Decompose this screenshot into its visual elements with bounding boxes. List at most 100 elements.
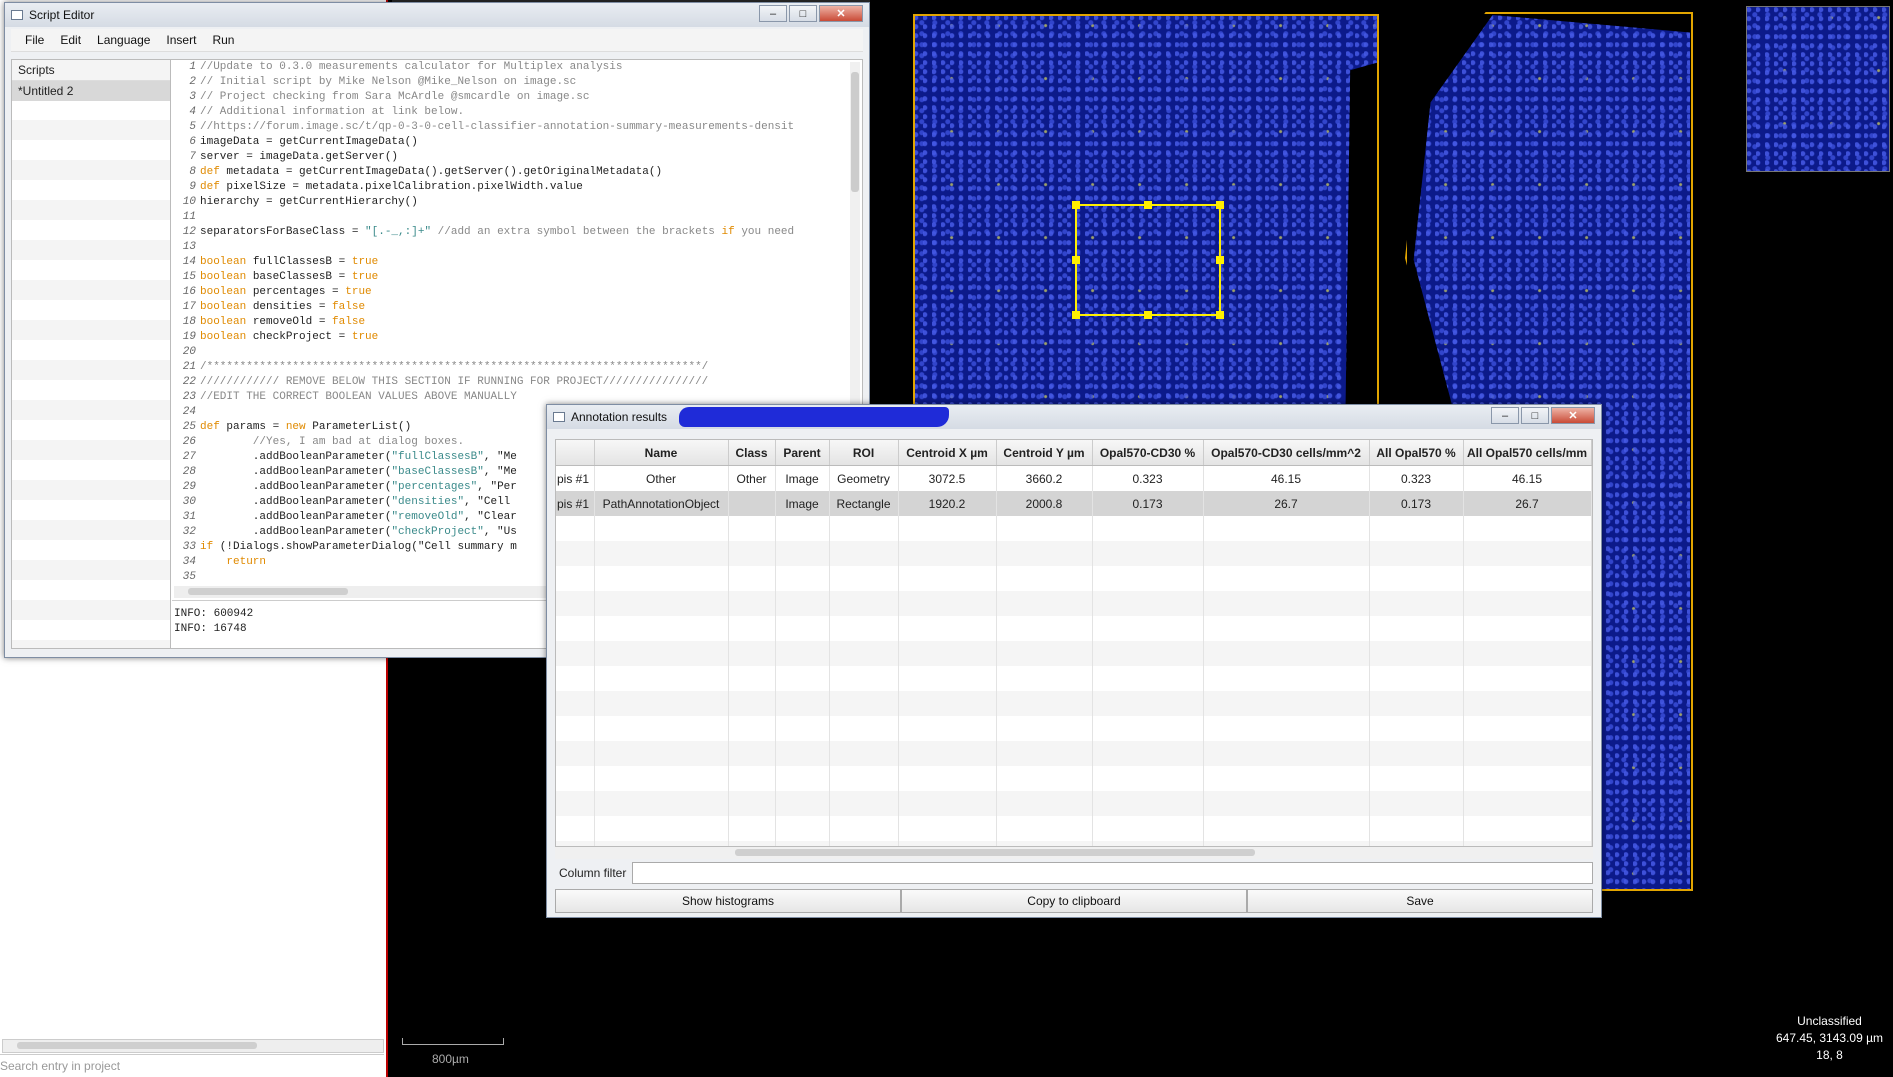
column-header-roi[interactable]: ROI — [829, 440, 899, 466]
window-icon — [553, 412, 565, 422]
code-line: 18 boolean removeOld = false — [172, 315, 862, 330]
minimize-icon[interactable]: – — [759, 5, 787, 22]
show-histograms-button[interactable]: Show histograms — [555, 889, 901, 913]
table-cell-empty — [556, 541, 595, 566]
table-cell-empty — [996, 591, 1093, 616]
table-cell-empty — [775, 616, 830, 641]
column-header-parent[interactable]: Parent — [775, 440, 830, 466]
resize-handle[interactable] — [1072, 201, 1080, 209]
code-text: hierarchy = getCurrentHierarchy() — [200, 196, 418, 208]
menu-file[interactable]: File — [17, 33, 52, 47]
code-text: return — [226, 556, 267, 568]
table-cell-empty — [1092, 541, 1204, 566]
menu-edit[interactable]: Edit — [52, 33, 89, 47]
table-horizontal-scrollbar[interactable] — [555, 847, 1593, 859]
line-number: 13 — [182, 241, 196, 253]
overview-thumbnail[interactable] — [1746, 6, 1890, 172]
code-text: // Project checking from Sara McArdle @s… — [200, 91, 590, 103]
line-number: 20 — [182, 346, 196, 358]
resize-handle[interactable] — [1072, 311, 1080, 319]
table-cell: Other — [594, 465, 729, 491]
script-item[interactable]: *Untitled 2 — [12, 81, 170, 101]
table-row[interactable]: pis #1 Other Other Image Geometry 3072.5… — [556, 465, 1592, 491]
resize-handle[interactable] — [1144, 201, 1152, 209]
copy-to-clipboard-button[interactable]: Copy to clipboard — [901, 889, 1247, 913]
maximize-icon[interactable]: □ — [1521, 407, 1549, 424]
code-line: 21 /*************************************… — [172, 360, 862, 375]
column-header-class[interactable]: Class — [728, 440, 776, 466]
scripts-header: Scripts — [12, 60, 170, 81]
resize-handle[interactable] — [1216, 311, 1224, 319]
table-row-empty — [556, 516, 1592, 541]
table-row-empty — [556, 791, 1592, 816]
resize-handle[interactable] — [1072, 256, 1080, 264]
menu-insert[interactable]: Insert — [158, 33, 204, 47]
minimize-icon[interactable]: – — [1491, 407, 1519, 424]
table-cell-empty — [1369, 616, 1464, 641]
column-header[interactable] — [556, 440, 595, 466]
table-cell-empty — [898, 691, 997, 716]
line-number: 24 — [182, 406, 196, 418]
column-header-all-opal570-percent[interactable]: All Opal570 % — [1369, 440, 1464, 466]
table-cell-empty — [1463, 741, 1592, 766]
table-cell-empty — [1203, 791, 1370, 816]
table-cell: 0.173 — [1092, 491, 1204, 516]
line-number: 8 — [189, 166, 196, 178]
column-header-centroid-x[interactable]: Centroid X µm — [898, 440, 997, 466]
table-cell: PathAnnotationObject — [594, 491, 729, 516]
table-cell-empty — [728, 616, 776, 641]
maximize-icon[interactable]: □ — [789, 5, 817, 22]
status-classification: Unclassified — [1797, 1014, 1862, 1028]
table-cell-empty — [1369, 666, 1464, 691]
redaction-scribble — [679, 407, 949, 427]
table-cell-empty — [996, 641, 1093, 666]
column-filter-input[interactable] — [632, 862, 1593, 884]
table-row-empty — [556, 666, 1592, 691]
table-cell-empty — [728, 666, 776, 691]
table-cell: 0.323 — [1092, 465, 1204, 491]
line-number: 18 — [182, 316, 196, 328]
table-cell-empty — [1369, 591, 1464, 616]
table-cell-empty — [829, 666, 899, 691]
column-header-centroid-y[interactable]: Centroid Y µm — [996, 440, 1093, 466]
code-text: def metadata = getCurrentImageData().get… — [200, 166, 663, 178]
menu-run[interactable]: Run — [204, 33, 242, 47]
table-cell — [728, 491, 776, 516]
table-cell-empty — [829, 541, 899, 566]
column-header-all-opal570-density[interactable]: All Opal570 cells/mm — [1463, 440, 1592, 466]
table-cell: pis #1 — [556, 491, 595, 516]
column-header-cd30-percent[interactable]: Opal570-CD30 % — [1092, 440, 1204, 466]
table-cell-empty — [1463, 616, 1592, 641]
annotation-results-window[interactable]: Annotation results – □ ✕ Name Class Pare… — [546, 404, 1602, 918]
resize-handle[interactable] — [1144, 311, 1152, 319]
table-row-selected[interactable]: pis #1 PathAnnotationObject Image Rectan… — [556, 491, 1592, 516]
rectangle-annotation[interactable] — [1072, 201, 1224, 319]
column-header-cd30-density[interactable]: Opal570-CD30 cells/mm^2 — [1203, 440, 1370, 466]
close-icon[interactable]: ✕ — [1551, 407, 1595, 424]
table-cell-empty — [829, 716, 899, 741]
table-cell-empty — [1369, 691, 1464, 716]
project-panel-scrollbar[interactable] — [2, 1039, 384, 1053]
resize-handle[interactable] — [1216, 201, 1224, 209]
results-table-container: Name Class Parent ROI Centroid X µm Cent… — [555, 439, 1593, 847]
table-cell-empty — [594, 716, 729, 741]
project-search-input[interactable]: Search entry in project — [0, 1054, 384, 1077]
column-header-name[interactable]: Name — [594, 440, 729, 466]
resize-handle[interactable] — [1216, 256, 1224, 264]
table-row-empty — [556, 816, 1592, 841]
line-number: 4 — [189, 106, 196, 118]
code-line: 17 boolean densities = false — [172, 300, 862, 315]
save-button[interactable]: Save — [1247, 889, 1593, 913]
close-icon[interactable]: ✕ — [819, 5, 863, 22]
table-cell-empty — [1463, 516, 1592, 541]
code-text: .addBooleanParameter("densities", "Cell — [200, 496, 511, 508]
menu-language[interactable]: Language — [89, 33, 158, 47]
table-cell-empty — [1092, 641, 1204, 666]
code-text: def pixelSize = metadata.pixelCalibratio… — [200, 181, 583, 193]
annotation-results-titlebar[interactable]: Annotation results – □ ✕ — [547, 405, 1601, 429]
code-text: //////////// REMOVE BELOW THIS SECTION I… — [200, 376, 709, 388]
table-cell-empty — [898, 791, 997, 816]
script-editor-titlebar[interactable]: Script Editor – □ ✕ — [5, 3, 869, 27]
table-cell-empty — [556, 666, 595, 691]
line-number: 26 — [182, 436, 196, 448]
